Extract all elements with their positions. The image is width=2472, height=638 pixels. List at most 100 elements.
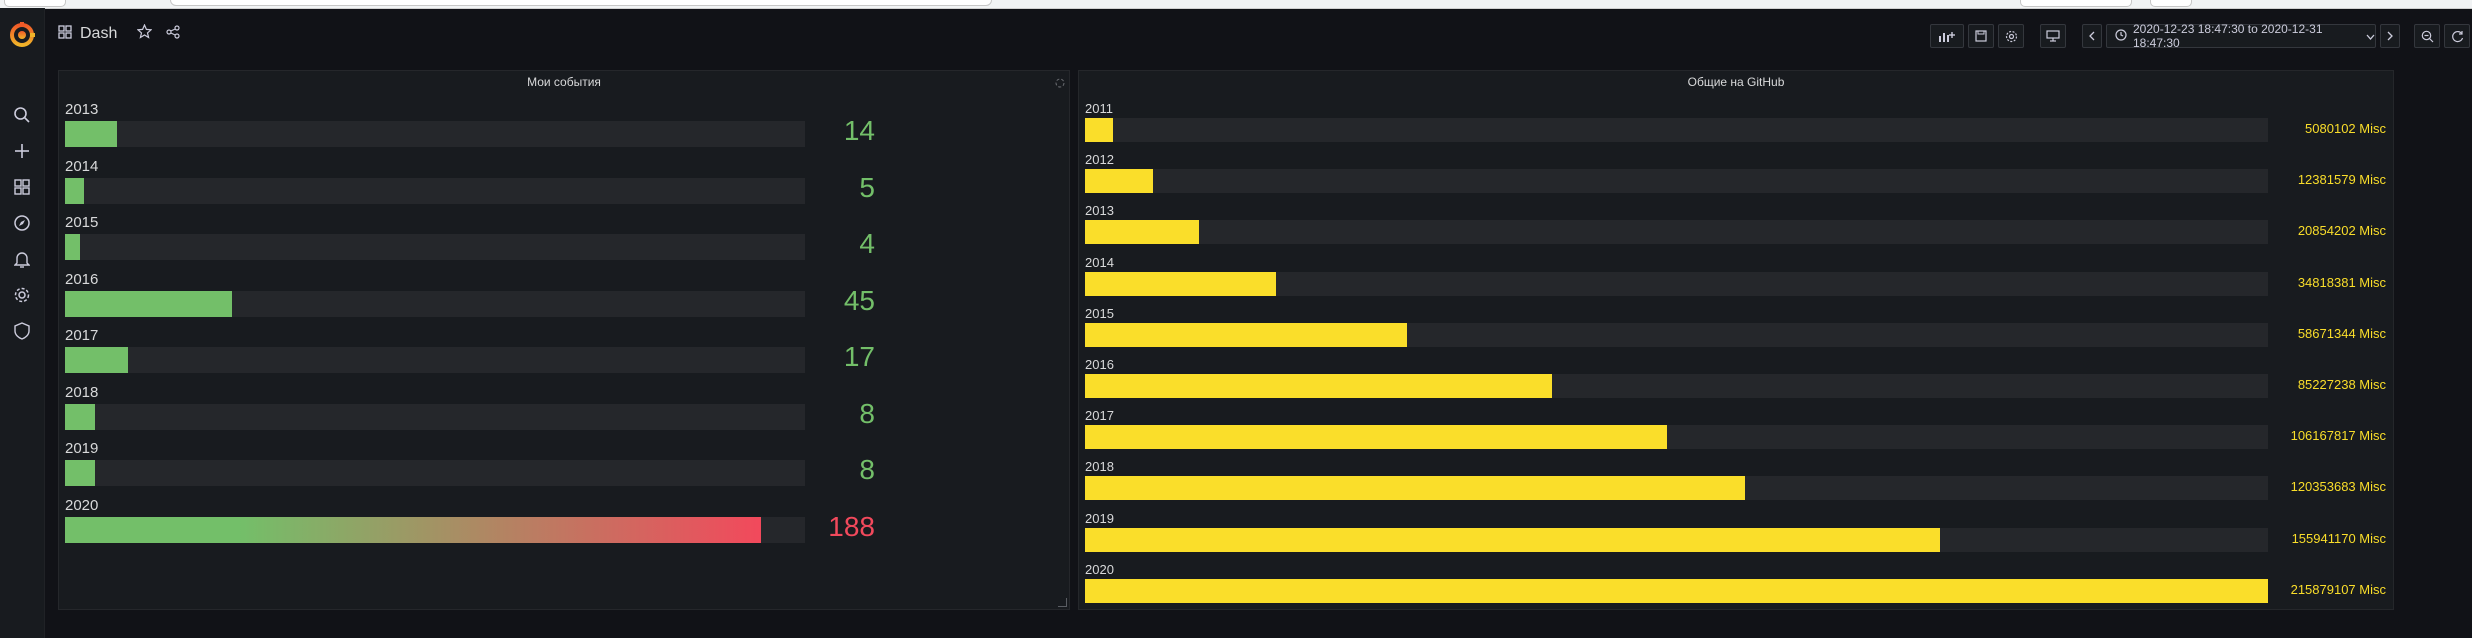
row-label: 2016 (65, 270, 99, 288)
bar-value: 12381579 Misc (2297, 172, 2386, 188)
browser-extension-area[interactable] (2020, 0, 2132, 7)
bar-value: 8 (859, 397, 875, 429)
bar-value: 17 (843, 341, 875, 372)
row-label: 2016 (1085, 357, 1114, 372)
add-panel-button[interactable] (1930, 24, 1964, 48)
cycle-view-mode-button[interactable] (2040, 24, 2066, 48)
bar-value: 5 (859, 171, 875, 203)
browser-nav-buttons[interactable] (4, 0, 66, 7)
browser-search-button[interactable] (2150, 0, 2192, 7)
bar-track (65, 347, 805, 373)
bar-track (65, 234, 805, 260)
bar-fill (1085, 425, 1667, 450)
row-label: 2018 (65, 383, 99, 401)
bar-track (1085, 374, 2268, 398)
panel-title[interactable]: Мои события (59, 75, 1069, 89)
bar-value: 8 (859, 454, 875, 485)
bar-fill (1085, 220, 1200, 245)
panel-resize-handle[interactable] (1058, 598, 1067, 607)
time-shift-forward-button[interactable] (2380, 24, 2400, 48)
plus-icon[interactable] (11, 140, 33, 162)
clock-icon (2115, 28, 2127, 44)
panel-my-events[interactable]: Мои события 2013 14 2014 5 2015 4 2016 45 2017 17… (58, 70, 1070, 610)
bar-value: 45 (843, 284, 875, 316)
explore-icon[interactable] (11, 212, 33, 234)
panel-title[interactable]: Общие на GitHub (1079, 75, 2393, 89)
dashboard-settings-button[interactable] (1998, 24, 2024, 48)
bar-track (1085, 220, 2268, 245)
bar-track (1085, 527, 2268, 552)
bar-fill (65, 121, 117, 147)
bar-fill (65, 516, 761, 543)
row-label: 2019 (1085, 510, 1114, 526)
bar-fill (65, 403, 95, 430)
dashboard-title-area: Dash (58, 23, 180, 44)
row-label: 2014 (65, 157, 99, 175)
dashboards-icon[interactable] (11, 176, 33, 198)
bar-fill (1085, 527, 1940, 552)
bar-fill (1085, 322, 1407, 347)
row-label: 2017 (1085, 408, 1114, 424)
bar-fill (65, 177, 84, 204)
dashboards-grid-icon (58, 24, 72, 44)
zoom-out-button[interactable] (2414, 24, 2440, 48)
bar-fill (1085, 118, 1113, 142)
row-label: 2015 (1085, 305, 1114, 321)
bar-value: 14 (843, 115, 875, 146)
chevron-down-icon (2366, 29, 2375, 43)
row-label: 2013 (65, 101, 99, 118)
bar-value: 34818381 Misc (2297, 274, 2386, 290)
bar-value: 4 (859, 228, 875, 259)
bar-track (65, 290, 805, 317)
bar-fill (65, 290, 232, 317)
address-bar[interactable] (170, 0, 992, 6)
bar-fill (65, 460, 95, 486)
row-label: 2012 (1085, 152, 1114, 168)
bar-track (1085, 476, 2268, 501)
bar-value: 85227238 Misc (2297, 377, 2386, 392)
share-icon[interactable] (166, 24, 180, 44)
bar-track (1085, 322, 2268, 347)
bar-track (65, 177, 805, 204)
row-label: 2020 (65, 496, 99, 514)
search-icon[interactable] (11, 104, 33, 126)
bar-value: 155941170 Misc (2291, 530, 2386, 546)
time-range-picker[interactable]: 2020-12-23 18:47:30 to 2020-12-31 18:47:… (2106, 22, 2376, 50)
row-label: 2017 (65, 327, 99, 344)
bar-fill (65, 234, 80, 260)
row-label: 2015 (65, 214, 99, 231)
bar-track (1085, 425, 2268, 450)
panel-github-totals[interactable]: Общие на GitHub 2011 5080102 Misc 2012 1238… (1078, 70, 2394, 610)
bar-value: 5080102 Misc (2305, 121, 2386, 136)
bar-fill (1085, 271, 1276, 296)
bar-fill (65, 347, 128, 373)
bar-track (1085, 578, 2268, 603)
alerting-icon[interactable] (11, 248, 33, 270)
side-menu (0, 8, 45, 638)
time-shift-back-button[interactable] (2082, 24, 2102, 48)
bar-value: 188 (828, 510, 875, 542)
bar-value: 106167817 Misc (2290, 428, 2386, 444)
bar-fill (1085, 169, 1153, 194)
bar-value: 215879107 Misc (2290, 581, 2386, 597)
row-label: 2020 (1085, 561, 1114, 577)
shield-icon[interactable] (11, 320, 33, 342)
row-label: 2019 (65, 440, 99, 457)
star-icon[interactable] (136, 23, 153, 44)
settings-icon[interactable] (11, 284, 33, 306)
bar-track (1085, 118, 2268, 142)
bar-track (1085, 271, 2268, 296)
bar-value: 58671344 Misc (2297, 325, 2386, 341)
bar-value: 120353683 Misc (2290, 479, 2386, 495)
bar-track (65, 121, 805, 147)
bar-track (1085, 169, 2268, 194)
dashboard-navbar: Dash 2020-12-23 18:47:30 to 2020-12-31 1… (44, 8, 2472, 60)
bar-value: 20854202 Misc (2297, 223, 2386, 239)
time-range-label: 2020-12-23 18:47:30 to 2020-12-31 18:47:… (2133, 22, 2323, 50)
bar-fill (1085, 578, 2268, 603)
dashboard-title[interactable]: Dash (80, 25, 117, 43)
refresh-button[interactable] (2444, 24, 2470, 48)
row-label: 2013 (1085, 203, 1114, 219)
grafana-logo-icon[interactable] (9, 22, 35, 48)
save-dashboard-button[interactable] (1968, 24, 1994, 48)
